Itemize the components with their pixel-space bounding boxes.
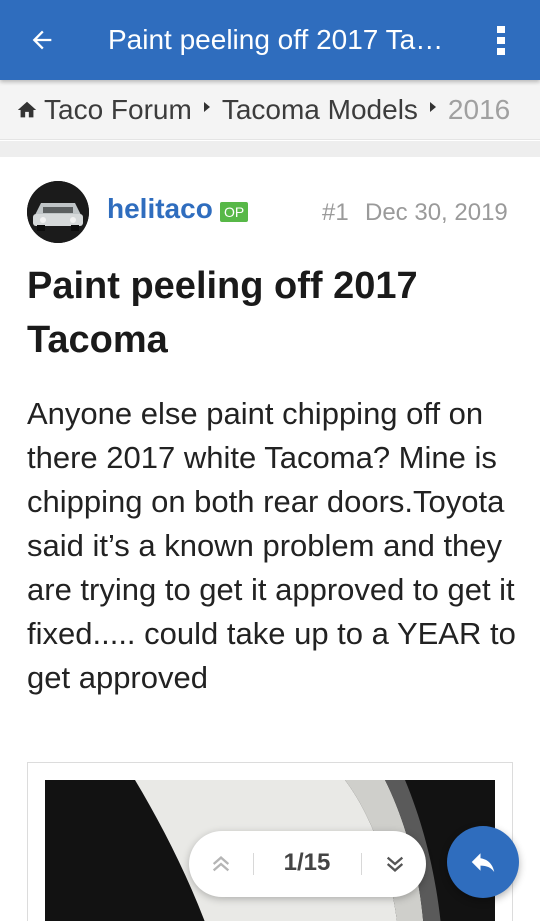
arrow-left-icon xyxy=(32,30,52,50)
post-body: Anyone else paint chipping off on there … xyxy=(27,396,516,695)
reply-icon xyxy=(471,853,495,872)
breadcrumb-item-2016[interactable]: 2016 xyxy=(448,94,510,126)
overflow-menu-button[interactable] xyxy=(484,20,518,60)
pager-divider xyxy=(253,853,254,875)
more-vertical-icon xyxy=(497,26,505,55)
post-number[interactable]: #1 xyxy=(322,199,349,227)
post-date: Dec 30, 2019 xyxy=(365,199,508,226)
reply-button[interactable] xyxy=(447,826,519,898)
truck-avatar-image xyxy=(27,181,89,243)
caret-right-icon xyxy=(203,101,210,112)
page-navigator: 1/15 xyxy=(189,831,426,897)
breadcrumb-item-taco-forum[interactable]: Taco Forum xyxy=(44,94,192,126)
home-icon[interactable] xyxy=(16,99,38,121)
op-badge: OP xyxy=(220,202,249,222)
next-page-button[interactable] xyxy=(377,846,413,882)
page-indicator[interactable]: 1/15 xyxy=(259,849,355,877)
double-chevron-up-icon xyxy=(212,856,230,872)
avatar[interactable] xyxy=(27,181,89,243)
breadcrumb-item-tacoma-models[interactable]: Tacoma Models xyxy=(222,94,418,126)
previous-page-button[interactable] xyxy=(203,846,239,882)
caret-right-icon xyxy=(429,101,436,112)
pager-divider xyxy=(361,853,362,875)
thread-title: Paint peeling off 2017 Tacoma xyxy=(27,265,418,361)
section-divider xyxy=(0,141,540,157)
app-bar-title: Paint peeling off 2017 Tacoma xyxy=(108,24,453,55)
back-button[interactable] xyxy=(22,20,62,60)
double-chevron-down-icon xyxy=(386,856,404,872)
post: helitaco OP #1 Dec 30, 2019 Paint peelin… xyxy=(0,157,540,921)
breadcrumb: Taco Forum Tacoma Models 2016 xyxy=(0,80,540,140)
app-bar: Paint peeling off 2017 Tacoma xyxy=(0,0,540,80)
post-username[interactable]: helitaco xyxy=(107,193,213,225)
